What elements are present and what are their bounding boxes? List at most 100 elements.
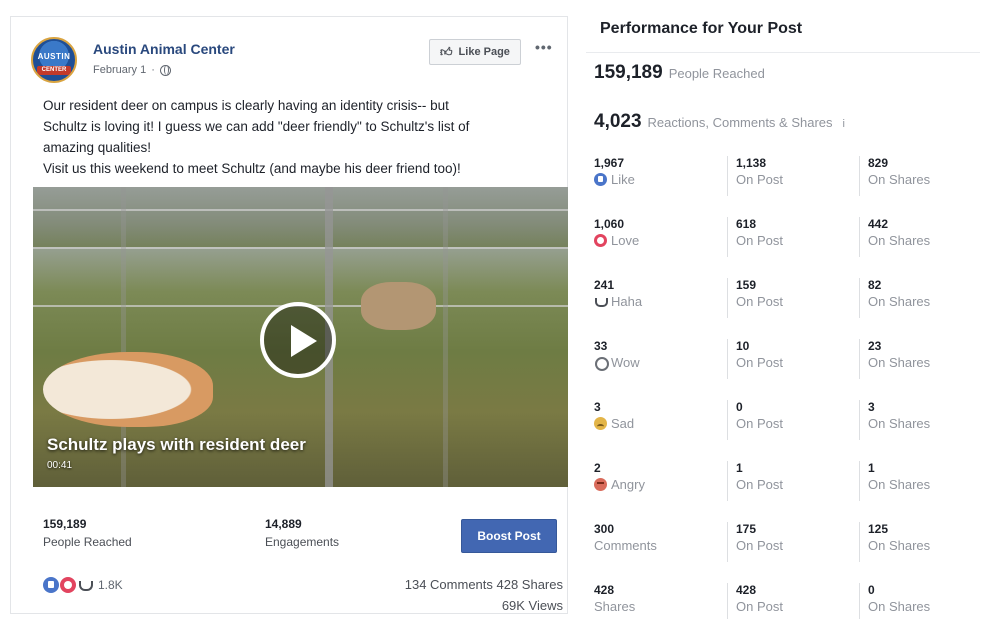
on-shares-value: 125	[868, 522, 889, 536]
breakdown-on-post: 10 On Post	[727, 339, 783, 379]
breakdown-total-value: 428	[594, 583, 615, 597]
people-reached-stat: 159,189 People Reached	[43, 517, 132, 549]
breakdown-total-value: 241	[594, 278, 615, 292]
performance-title: Performance for Your Post	[600, 20, 803, 37]
post-card: AUSTIN CENTER Austin Animal Center Febru…	[10, 16, 568, 614]
on-shares-value: 1	[868, 461, 875, 475]
video-player[interactable]: Schultz plays with resident deer 00:41	[33, 187, 568, 487]
info-icon[interactable]: i	[843, 118, 845, 130]
on-post-label: On Post	[736, 355, 783, 370]
on-post-value: 0	[736, 400, 743, 414]
breakdown-on-post: 1 On Post	[727, 461, 783, 501]
like-icon	[594, 173, 607, 186]
on-post-value: 159	[736, 278, 757, 292]
on-post-value: 1	[736, 461, 743, 475]
breakdown-type-label: Comments	[594, 538, 657, 553]
avatar[interactable]: AUSTIN CENTER	[31, 37, 77, 83]
on-post-label: On Post	[736, 538, 783, 553]
breakdown-total: 33 Wow	[594, 339, 640, 371]
on-post-label: On Post	[736, 477, 783, 492]
like-page-button[interactable]: 👍︎ Like Page	[429, 39, 521, 65]
breakdown-total: 3 Sad	[594, 400, 634, 431]
divider	[586, 52, 980, 53]
breakdown-total-value: 1,967	[594, 156, 625, 170]
fence-post	[443, 187, 448, 487]
haha-icon	[594, 295, 608, 308]
performance-reactions-label: Reactions, Comments & Shares	[647, 115, 833, 130]
post-text-line: amazing qualities!	[43, 140, 152, 155]
reactions-summary[interactable]: 1.8K	[43, 577, 123, 593]
post-text-line: Visit us this weekend to meet Schultz (a…	[43, 161, 461, 176]
play-button-icon[interactable]	[260, 302, 336, 378]
angry-icon	[594, 478, 607, 491]
performance-reached-label: People Reached	[668, 66, 765, 81]
breakdown-type: Sad	[594, 416, 634, 431]
post-text: Our resident deer on campus is clearly h…	[43, 95, 553, 179]
breakdown-on-post: 1,138 On Post	[727, 156, 783, 196]
on-shares-label: On Shares	[868, 172, 931, 187]
page-name-link[interactable]: Austin Animal Center	[93, 41, 235, 57]
on-post-value: 428	[736, 583, 757, 597]
breakdown-on-post: 618 On Post	[727, 217, 783, 257]
views-count: 69K Views	[501, 598, 563, 613]
avatar-logo-text: AUSTIN	[37, 52, 71, 61]
breakdown-type-label: Like	[611, 172, 635, 187]
breakdown-type-label: Love	[611, 233, 640, 248]
video-deer	[361, 282, 436, 330]
love-reaction-icon	[60, 577, 76, 593]
performance-reactions: 4,023 Reactions, Comments & Shares i	[594, 111, 845, 133]
breakdown-type: Haha	[594, 294, 642, 309]
performance-reached: 159,189 People Reached	[594, 62, 765, 84]
on-post-value: 10	[736, 339, 750, 353]
breakdown-on-post: 0 On Post	[727, 400, 783, 440]
love-icon	[594, 234, 607, 247]
breakdown-row-like: 1,967 Like 1,138 On Post 829 On Shares	[594, 156, 980, 217]
breakdown-on-shares: 23 On Shares	[859, 339, 930, 379]
video-title: Schultz plays with resident deer	[47, 435, 306, 454]
on-post-label: On Post	[736, 294, 783, 309]
breakdown-type-label: Wow	[611, 355, 640, 370]
fence-wire	[33, 209, 568, 211]
engagements-stat: 14,889 Engagements	[265, 517, 339, 549]
on-shares-label: On Shares	[868, 538, 931, 553]
sad-icon	[594, 417, 607, 430]
breakdown-total: 1,967 Like	[594, 156, 635, 187]
on-post-value: 175	[736, 522, 757, 536]
on-shares-value: 0	[868, 583, 875, 597]
on-post-value: 1,138	[736, 156, 767, 170]
on-shares-label: On Shares	[868, 477, 931, 492]
post-date[interactable]: February 1	[93, 64, 146, 76]
post-stats-row: 159,189 People Reached 14,889 Engagement…	[43, 517, 563, 557]
on-post-label: On Post	[736, 416, 783, 431]
engagements-value: 14,889	[265, 517, 302, 531]
breakdown-on-shares: 829 On Shares	[859, 156, 930, 196]
breakdown-on-shares: 3 On Shares	[859, 400, 930, 440]
on-shares-label: On Shares	[868, 599, 931, 614]
breakdown-type: Love	[594, 233, 639, 248]
breakdown-type-label: Sad	[611, 416, 635, 431]
breakdown-total: 428 Shares	[594, 583, 635, 614]
video-duration: 00:41	[47, 460, 73, 471]
avatar-logo-band: CENTER	[37, 66, 71, 75]
breakdown-total: 241 Haha	[594, 278, 642, 309]
people-reached-value: 159,189	[43, 517, 87, 531]
breakdown-on-shares: 0 On Shares	[859, 583, 930, 619]
breakdown-total: 2 Angry	[594, 461, 645, 492]
breakdown-on-post: 428 On Post	[727, 583, 783, 619]
reactions-total: 1.8K	[98, 578, 123, 592]
breakdown-type: Angry	[594, 477, 645, 492]
on-post-label: On Post	[736, 172, 783, 187]
breakdown-row-shares: 428 Shares 428 On Post 0 On Shares	[594, 583, 980, 619]
breakdown-type: Wow	[594, 355, 640, 371]
performance-panel: Performance for Your Post 159,189 People…	[586, 6, 980, 619]
breakdown-on-shares: 125 On Shares	[859, 522, 930, 562]
comments-shares-count[interactable]: 134 Comments 428 Shares	[405, 577, 563, 592]
fence-wire	[33, 247, 568, 249]
on-post-label: On Post	[736, 599, 783, 614]
post-text-line: Our resident deer on campus is clearly h…	[43, 98, 449, 113]
on-shares-label: On Shares	[868, 294, 931, 309]
more-options-icon[interactable]: •••	[535, 39, 553, 55]
boost-post-button[interactable]: Boost Post	[461, 519, 557, 553]
breakdown-total: 300 Comments	[594, 522, 657, 553]
post-footer: 1.8K 134 Comments 428 Shares 69K Views	[43, 577, 563, 617]
